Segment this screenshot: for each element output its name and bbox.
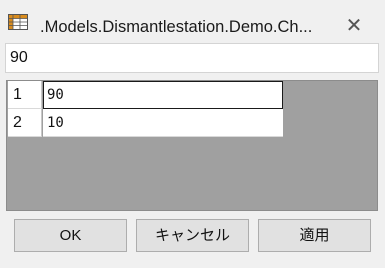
grid-cell[interactable]: 10 [43,109,283,137]
button-bar: OK キャンセル 適用 [0,211,385,268]
cancel-button[interactable]: キャンセル [136,219,249,252]
table-grid-icon [8,14,28,30]
title-bar[interactable]: .Models.Dismantlestation.Demo.Ch... ✕ [0,0,385,40]
table-row[interactable]: 2 10 [8,109,283,137]
grid-cell[interactable]: 90 [43,81,283,109]
row-header[interactable]: 1 [8,81,42,109]
window-title: .Models.Dismantlestation.Demo.Ch... [40,18,313,36]
close-icon[interactable]: ✕ [344,16,364,36]
value-field[interactable]: 90 [5,43,379,73]
data-grid[interactable]: 1 90 2 10 [6,80,378,211]
dialog-window: .Models.Dismantlestation.Demo.Ch... ✕ 90… [0,0,385,268]
ok-button[interactable]: OK [14,219,127,252]
table-row[interactable]: 1 90 [8,81,283,109]
row-header[interactable]: 2 [8,109,42,137]
apply-button[interactable]: 適用 [258,219,371,252]
